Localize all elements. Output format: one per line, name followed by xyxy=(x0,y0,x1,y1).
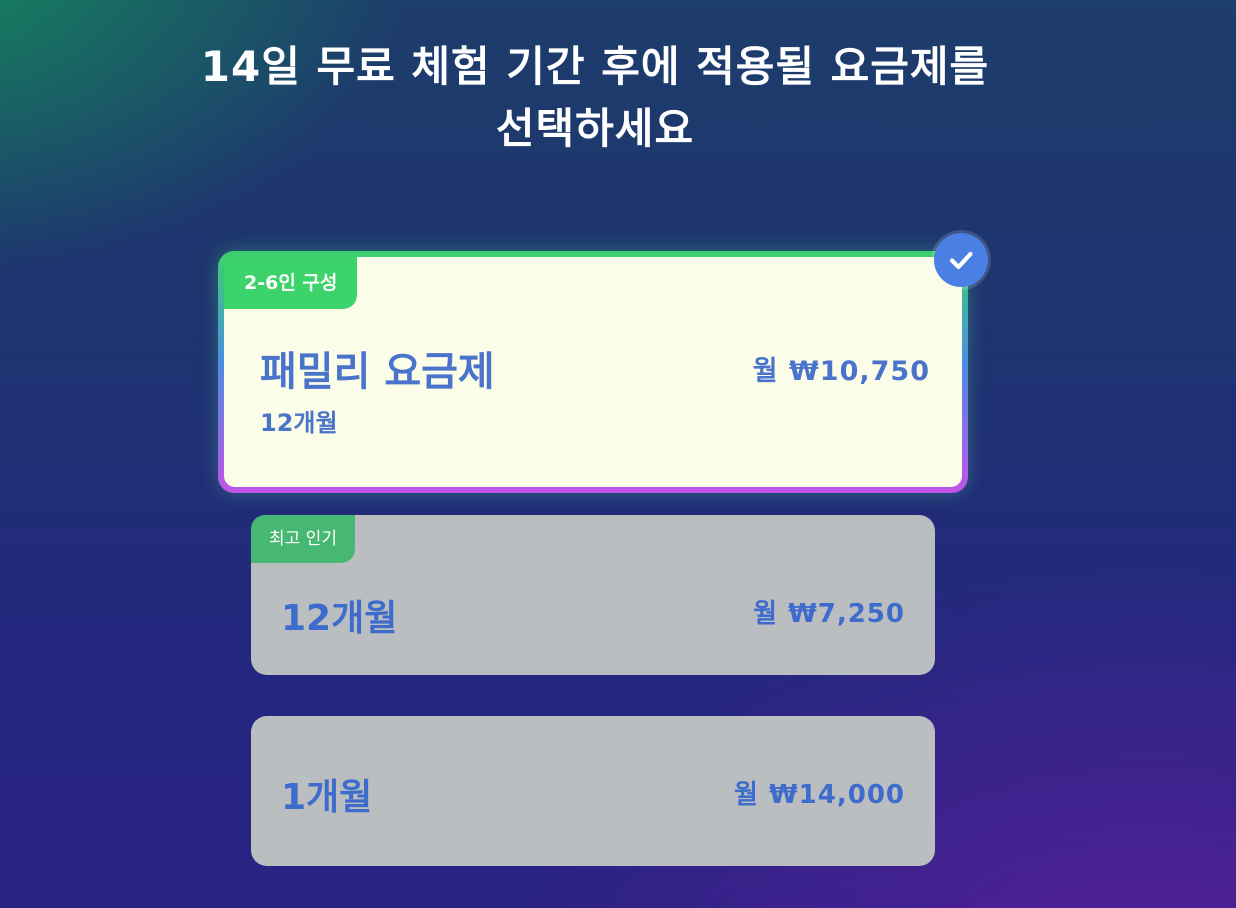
page-title: 14일 무료 체험 기간 후에 적용될 요금제를 선택하세요 xyxy=(0,36,1190,160)
plan-name: 1개월 xyxy=(281,777,373,818)
plan-price: 월 ₩7,250 xyxy=(753,599,905,629)
page-title-line-2: 선택하세요 xyxy=(495,104,695,153)
plan-option-family[interactable]: 2-6인 구성 패밀리 요금제 12개월 월 ₩10,750 xyxy=(218,251,968,493)
plan-duration: 12개월 xyxy=(260,409,338,437)
plan-badge-group-size: 2-6인 구성 xyxy=(224,257,358,309)
checkmark-icon xyxy=(934,233,988,287)
plan-option-1-month[interactable]: 1개월 월 ₩14,000 xyxy=(251,716,935,866)
plan-option-12-months[interactable]: 최고 인기 12개월 월 ₩7,250 xyxy=(251,515,935,675)
plan-name: 패밀리 요금제 xyxy=(260,349,495,395)
plan-price: 월 ₩10,750 xyxy=(752,356,930,387)
plan-name: 12개월 xyxy=(281,598,398,639)
plan-price: 월 ₩14,000 xyxy=(734,780,905,810)
plan-option-family-card: 2-6인 구성 패밀리 요금제 12개월 월 ₩10,750 xyxy=(224,257,962,487)
page-title-line-1: 14일 무료 체험 기간 후에 적용될 요금제를 xyxy=(200,42,990,91)
plan-badge-popular: 최고 인기 xyxy=(251,515,355,563)
